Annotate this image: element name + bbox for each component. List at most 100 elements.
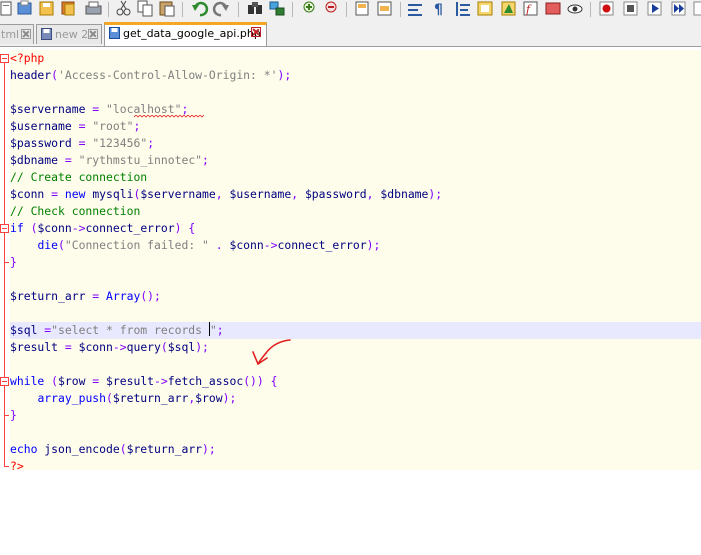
code-line[interactable]: $servername = "localhost"; xyxy=(10,101,701,118)
undo-icon[interactable] xyxy=(192,1,209,17)
replace-icon[interactable] xyxy=(269,1,285,16)
code-token: $return_arr xyxy=(10,289,86,303)
fold-end-marker xyxy=(4,466,9,467)
tab-label: new 2 xyxy=(55,28,89,41)
code-token: ; xyxy=(181,102,189,116)
save-icon[interactable] xyxy=(39,1,54,16)
code-token: ); xyxy=(222,391,237,405)
code-line[interactable]: header('Access-Control-Allow-Origin: *')… xyxy=(10,67,701,84)
toolbar-separator xyxy=(346,2,347,17)
code-line[interactable]: $dbname = "rythmstu_innotec"; xyxy=(10,152,701,169)
code-token: fetch_assoc xyxy=(167,374,244,388)
code-line[interactable]: echo json_encode($return_arr); xyxy=(10,441,701,458)
tab-html[interactable]: tml xyxy=(0,24,34,44)
code-line[interactable]: ?> xyxy=(10,458,701,475)
fold-toggle-icon[interactable] xyxy=(0,377,9,386)
find-icon[interactable] xyxy=(248,2,262,14)
toolbar-separator xyxy=(590,2,591,17)
code-token: $conn xyxy=(10,187,45,201)
code-line[interactable]: $password = "123456"; xyxy=(10,135,701,152)
code-line[interactable]: } xyxy=(10,254,701,271)
code-line[interactable] xyxy=(10,305,701,322)
code-token: -> xyxy=(71,221,86,235)
code-line[interactable]: $result = $conn->query($sql); xyxy=(10,339,701,356)
code-token: die xyxy=(37,238,59,252)
code-editor[interactable]: <?php header('Access-Control-Allow-Origin… xyxy=(0,47,701,555)
code-token: ( xyxy=(51,68,59,82)
sync-horizontal-icon[interactable] xyxy=(377,1,392,16)
code-area[interactable]: <?php header('Access-Control-Allow-Origin… xyxy=(10,50,701,473)
code-token: $dbname xyxy=(380,187,429,201)
code-token: "123456" xyxy=(92,136,148,150)
save-macro-icon[interactable] xyxy=(693,1,701,16)
word-wrap-icon[interactable] xyxy=(408,4,422,16)
code-line[interactable]: die("Connection failed: " . $conn->conne… xyxy=(10,237,701,254)
code-line[interactable]: $username = "root"; xyxy=(10,118,701,135)
code-token: = xyxy=(85,289,107,303)
zoom-in-icon[interactable] xyxy=(303,1,315,13)
code-token: ( xyxy=(160,340,168,354)
run-macro-icon[interactable] xyxy=(671,1,686,16)
close-tab-icon[interactable] xyxy=(88,29,98,39)
show-all-chars-icon[interactable]: ¶ xyxy=(434,2,443,18)
code-token: $dbname xyxy=(10,153,59,167)
tab-new-2[interactable]: new 2 xyxy=(36,24,102,44)
code-token: " xyxy=(209,323,217,337)
code-line[interactable] xyxy=(10,356,701,373)
code-token: -> xyxy=(154,374,168,388)
indent-guide-icon[interactable] xyxy=(456,2,470,16)
code-line[interactable]: array_push($return_arr,$row); xyxy=(10,390,701,407)
code-token: json_encode xyxy=(44,442,120,456)
code-token: ( xyxy=(58,238,65,252)
redo-icon[interactable] xyxy=(212,1,229,17)
code-token: "rythmstu_innotec" xyxy=(78,153,203,167)
code-line[interactable]: // Check connection xyxy=(10,203,701,220)
svg-text:¶: ¶ xyxy=(434,2,443,18)
document-map-icon[interactable] xyxy=(501,1,516,16)
code-line[interactable]: $sql ="select * from records "; xyxy=(10,322,701,339)
code-line[interactable] xyxy=(10,84,701,101)
monitoring-icon[interactable] xyxy=(567,4,583,14)
folder-workspace-icon[interactable] xyxy=(545,2,561,15)
function-list-icon[interactable]: f xyxy=(523,1,538,16)
language-icon[interactable] xyxy=(477,1,493,16)
fold-end-marker xyxy=(4,415,9,416)
code-token: -> xyxy=(263,238,278,252)
sync-vertical-icon[interactable] xyxy=(355,1,369,16)
code-line[interactable]: // Create connection xyxy=(10,169,701,186)
code-line[interactable]: while ($row = $result->fetch_assoc()) { xyxy=(10,373,701,390)
code-token: $sql xyxy=(10,323,38,337)
new-file-icon[interactable] xyxy=(0,1,12,16)
cut-icon[interactable] xyxy=(116,0,131,16)
close-tab-icon[interactable] xyxy=(21,29,31,39)
close-tab-icon[interactable] xyxy=(251,27,261,37)
print-icon[interactable] xyxy=(85,1,102,15)
code-line[interactable] xyxy=(10,271,701,288)
code-line[interactable]: <?php xyxy=(10,50,701,67)
code-token: if xyxy=(10,221,31,235)
fold-toggle-icon[interactable] xyxy=(0,54,9,63)
paste-icon[interactable] xyxy=(159,1,175,17)
code-token: connect_error xyxy=(85,221,175,235)
code-token: $username xyxy=(229,187,292,201)
zoom-out-icon[interactable] xyxy=(325,1,337,13)
save-all-icon[interactable] xyxy=(61,1,75,16)
stop-macro-icon[interactable] xyxy=(623,1,638,16)
open-file-icon[interactable] xyxy=(17,0,32,15)
code-line[interactable]: $conn = new mysqli($servername, $usernam… xyxy=(10,186,701,203)
tab-get-data-google-api[interactable]: get_data_google_api.php xyxy=(104,22,267,46)
fold-toggle-icon[interactable] xyxy=(0,224,9,233)
code-token: // Check connection xyxy=(10,204,141,218)
code-line[interactable]: if ($conn->connect_error) { xyxy=(10,220,701,237)
code-line[interactable]: } xyxy=(10,407,701,424)
code-token: $row xyxy=(195,391,223,405)
record-macro-icon[interactable] xyxy=(599,1,614,16)
code-token: = xyxy=(85,102,107,116)
copy-icon[interactable] xyxy=(137,0,153,17)
fold-margin[interactable] xyxy=(0,47,9,555)
code-line[interactable] xyxy=(10,424,701,441)
code-line[interactable]: $return_arr = Array(); xyxy=(10,288,701,305)
play-macro-icon[interactable] xyxy=(647,1,662,16)
toolbar-separator xyxy=(238,2,239,17)
